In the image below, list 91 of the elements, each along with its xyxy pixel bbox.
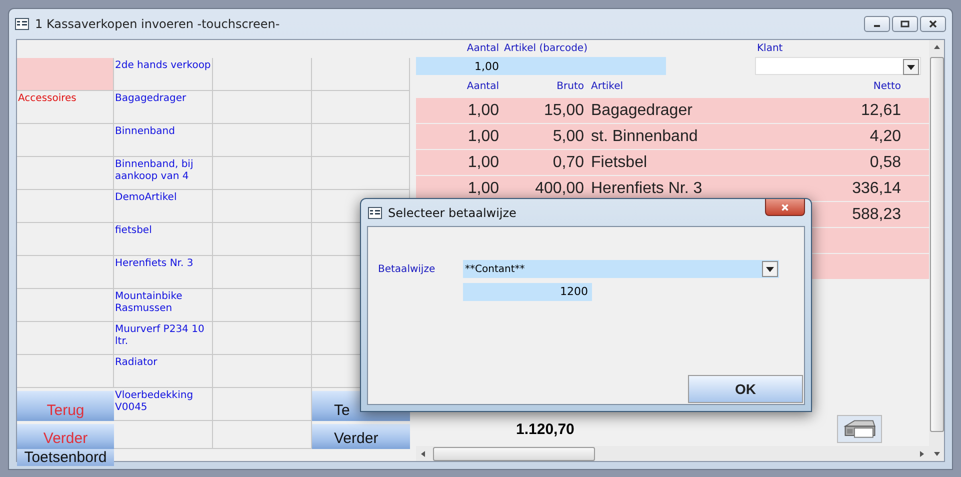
empty-cell[interactable] <box>213 124 312 157</box>
category-cell[interactable] <box>17 256 114 289</box>
form-icon <box>368 206 382 218</box>
customer-dropdown[interactable] <box>755 57 922 75</box>
ok-button[interactable]: OK <box>688 375 803 403</box>
category-cell[interactable] <box>17 157 114 190</box>
empty-cell[interactable] <box>213 322 312 355</box>
empty-cell[interactable] <box>213 157 312 190</box>
gross-text: 0,70 <box>552 154 584 170</box>
empty-cell[interactable] <box>213 58 312 91</box>
article-text: Herenfiets Nr. 3 <box>591 180 702 196</box>
empty-cell[interactable] <box>213 289 312 322</box>
quantity-text: 1,00 <box>468 102 499 118</box>
gross-text: 5,00 <box>552 128 584 144</box>
sale-line-row[interactable]: 1,00 5,00 st. Binnenband 4,20 <box>416 124 930 149</box>
field-label: Aantal <box>466 43 499 54</box>
close-icon <box>780 202 790 212</box>
category-cell[interactable] <box>17 124 114 157</box>
article-cell[interactable]: Herenfiets Nr. 3 <box>114 256 213 289</box>
article-cell[interactable]: Muurverf P234 10 ltr. <box>114 322 213 355</box>
column-header: Bruto <box>556 81 584 92</box>
window-title: 1 Kassaverkopen invoeren -touchscreen- <box>35 17 280 31</box>
article-cell[interactable]: Mountainbike Rasmussen <box>114 289 213 322</box>
horizontal-scrollbar[interactable] <box>416 446 930 461</box>
field-label: Artikel (barcode) <box>504 43 588 54</box>
barcode-input-field[interactable]: 1,00 <box>416 57 666 75</box>
gross-text: 15,00 <box>544 102 584 118</box>
payment-method-dropdown[interactable]: **Contant** <box>463 260 779 278</box>
net-text: 0,58 <box>870 154 901 170</box>
article-text: st. Binnenband <box>591 128 698 144</box>
article-text: Fietsbel <box>591 154 648 170</box>
restore-button[interactable] <box>892 16 918 32</box>
article-cell[interactable]: Radiator <box>114 355 213 388</box>
gross-text: 400,00 <box>535 180 584 196</box>
caret-icon <box>766 266 774 272</box>
nav-button[interactable]: Verder <box>312 424 410 449</box>
sale-line-row[interactable]: 1,00 400,00 Herenfiets Nr. 3 336,14 <box>416 176 930 201</box>
empty-cell[interactable] <box>312 124 410 157</box>
caret-icon <box>907 64 916 70</box>
column-header: Netto <box>872 81 901 92</box>
quantity-text: 1,00 <box>468 128 499 144</box>
printer-button[interactable] <box>837 415 882 443</box>
maximize-icon <box>900 19 910 29</box>
empty-cell[interactable] <box>312 58 410 91</box>
keyboard-button[interactable]: Toetsenbord <box>17 449 114 466</box>
form-icon <box>15 18 29 30</box>
vertical-scrollbar[interactable] <box>929 40 944 461</box>
amount-input-field[interactable]: 1200 <box>463 283 592 301</box>
column-header: Artikel <box>591 81 624 92</box>
category-cell[interactable] <box>17 355 114 388</box>
scroll-right-icon[interactable] <box>920 450 924 456</box>
article-text: Bagagedrager <box>591 102 692 118</box>
scroll-left-icon[interactable] <box>421 450 425 456</box>
scroll-down-icon[interactable] <box>934 452 940 456</box>
empty-cell[interactable] <box>213 190 312 223</box>
empty-cell[interactable] <box>312 157 410 190</box>
quantity-text: 1,00 <box>468 180 499 196</box>
empty-cell[interactable] <box>213 355 312 388</box>
close-button[interactable] <box>765 199 805 216</box>
article-cell[interactable]: Bagagedrager <box>114 91 213 124</box>
sale-line-row[interactable]: 1,00 15,00 Bagagedrager 12,61 <box>416 98 930 123</box>
category-cell[interactable] <box>17 190 114 223</box>
field-label: Betaalwijze <box>377 264 436 274</box>
minimize-button[interactable] <box>864 16 890 32</box>
category-cell[interactable] <box>17 223 114 256</box>
category-cell[interactable] <box>17 289 114 322</box>
quantity-text: 1,00 <box>468 154 499 170</box>
close-button[interactable] <box>920 16 946 32</box>
empty-cell[interactable] <box>213 223 312 256</box>
article-cell[interactable]: 2de hands verkoop <box>114 58 213 91</box>
scroll-up-icon[interactable] <box>934 45 940 49</box>
sale-line-row[interactable]: 1,00 0,70 Fietsbel 0,58 <box>416 150 930 175</box>
total-amount: 1.120,70 <box>516 420 574 438</box>
article-cell[interactable]: Binnenband, bij aankoop van 4 <box>114 157 213 190</box>
category-cell[interactable] <box>17 58 114 91</box>
field-label: Klant <box>757 43 783 54</box>
article-cell[interactable]: DemoArtikel <box>114 190 213 223</box>
net-text: 588,23 <box>852 206 901 222</box>
dialog-title: Selecteer betaalwijze <box>388 206 516 220</box>
category-cell[interactable]: Accessoires <box>17 91 114 124</box>
net-text: 4,20 <box>870 128 901 144</box>
article-cell[interactable]: fietsbel <box>114 223 213 256</box>
article-cell[interactable]: Binnenband <box>114 124 213 157</box>
empty-cell[interactable] <box>213 256 312 289</box>
column-header: Aantal <box>466 81 499 92</box>
net-text: 12,61 <box>860 102 901 118</box>
empty-cell[interactable] <box>213 91 312 124</box>
net-text: 336,14 <box>852 180 901 196</box>
empty-cell[interactable] <box>312 91 410 124</box>
category-cell[interactable] <box>17 322 114 355</box>
close-icon <box>928 19 938 29</box>
